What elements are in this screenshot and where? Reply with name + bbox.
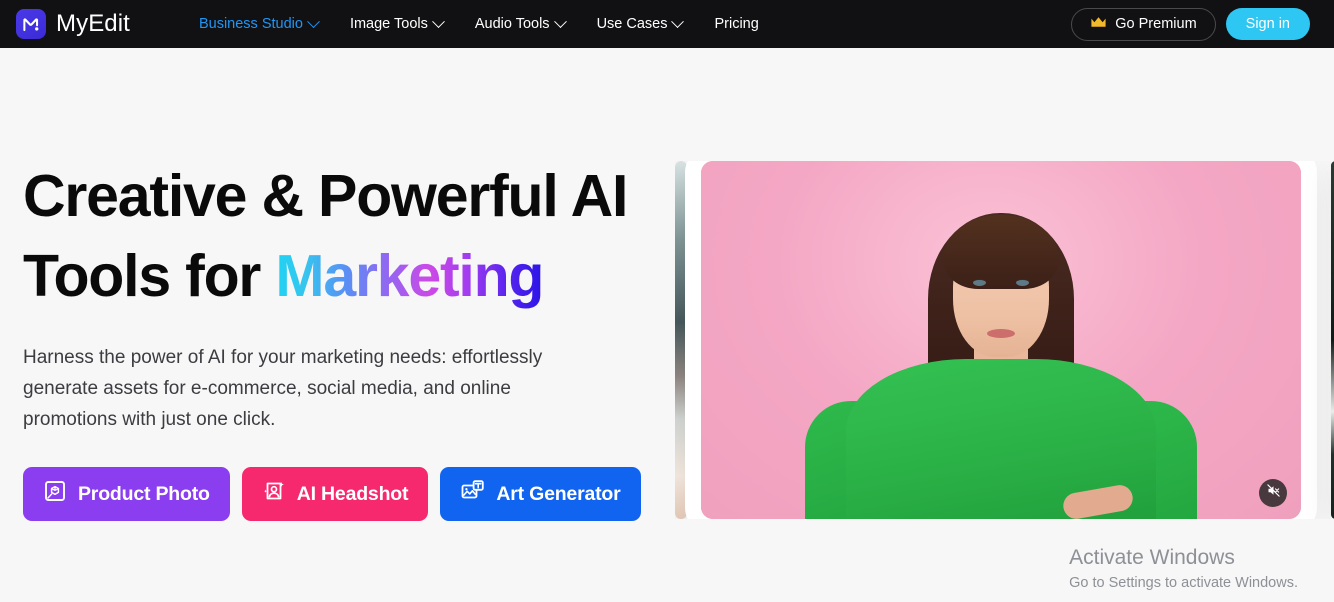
carousel-slide-previous[interactable] <box>675 161 687 519</box>
go-premium-label: Go Premium <box>1115 16 1197 32</box>
chevron-down-icon <box>553 14 567 28</box>
hero-title-line-1: Creative & Powerful AI <box>23 163 628 229</box>
hero-title-plain: Tools for <box>23 243 276 309</box>
nav-item-use-cases[interactable]: Use Cases <box>581 10 699 38</box>
mute-speaker-icon <box>1266 483 1281 503</box>
nav-item-pricing[interactable]: Pricing <box>698 10 774 38</box>
product-photo-label: Product Photo <box>78 482 210 505</box>
chevron-down-icon <box>307 14 320 28</box>
hero-cta-group: Product Photo AI Headshot Art Generator <box>23 467 660 521</box>
ai-headshot-button[interactable]: AI Headshot <box>241 467 429 521</box>
eye-left <box>973 279 986 286</box>
nav-label: Image Tools <box>349 16 428 32</box>
hero-title-line-2: Tools for Marketing <box>23 236 660 316</box>
mute-toggle-button[interactable] <box>1259 479 1287 507</box>
product-photo-icon <box>43 479 67 509</box>
nav-item-audio-tools[interactable]: Audio Tools <box>459 10 581 38</box>
watermark-subtitle: Go to Settings to activate Windows. <box>1069 575 1298 591</box>
windows-activation-watermark: Activate Windows Go to Settings to activ… <box>1069 544 1298 594</box>
video-carousel[interactable] <box>675 161 1334 519</box>
nav-item-business-studio[interactable]: Business Studio <box>191 10 334 38</box>
brand-logo-link[interactable]: MyEdit <box>16 9 130 39</box>
chevron-down-icon <box>671 14 685 28</box>
art-generator-icon <box>460 479 485 509</box>
product-photo-button[interactable]: Product Photo <box>23 467 230 521</box>
chevron-down-icon <box>431 14 445 28</box>
hero-section: Creative & Powerful AI Tools for Marketi… <box>0 48 1334 602</box>
hair-front <box>943 215 1059 289</box>
art-generator-button[interactable]: Art Generator <box>440 467 641 521</box>
nav-label: Pricing <box>714 16 759 32</box>
go-premium-button[interactable]: Go Premium <box>1071 7 1216 41</box>
carousel-slide-current[interactable] <box>701 161 1301 519</box>
nav-label: Business Studio <box>198 16 303 32</box>
hero-media <box>660 48 1334 602</box>
watermark-title: Activate Windows <box>1069 546 1235 569</box>
nav-label: Use Cases <box>596 16 668 32</box>
top-navigation-bar: MyEdit Business Studio Image Tools Audio… <box>0 0 1334 48</box>
ai-headshot-icon <box>262 479 286 509</box>
nav-item-image-tools[interactable]: Image Tools <box>334 10 459 38</box>
avatar-video-frame <box>701 161 1301 519</box>
header-actions: Go Premium Sign in <box>1071 7 1322 41</box>
mouth <box>987 329 1015 338</box>
hero-title-gradient-word: Marketing <box>275 243 544 309</box>
brand-name: MyEdit <box>56 10 130 37</box>
art-generator-label: Art Generator <box>496 482 621 505</box>
myedit-logo-m-mark-icon <box>16 9 46 39</box>
eye-right <box>1016 279 1029 286</box>
crown-icon <box>1090 16 1107 33</box>
hero-copy: Creative & Powerful AI Tools for Marketi… <box>0 48 660 602</box>
main-nav: Business Studio Image Tools Audio Tools … <box>191 10 775 38</box>
hero-subtitle: Harness the power of AI for your marketi… <box>23 347 543 430</box>
sign-in-button[interactable]: Sign in <box>1225 8 1310 40</box>
page-title: Creative & Powerful AI Tools for Marketi… <box>23 156 660 316</box>
nav-label: Audio Tools <box>474 16 550 32</box>
ai-headshot-label: AI Headshot <box>296 482 409 505</box>
